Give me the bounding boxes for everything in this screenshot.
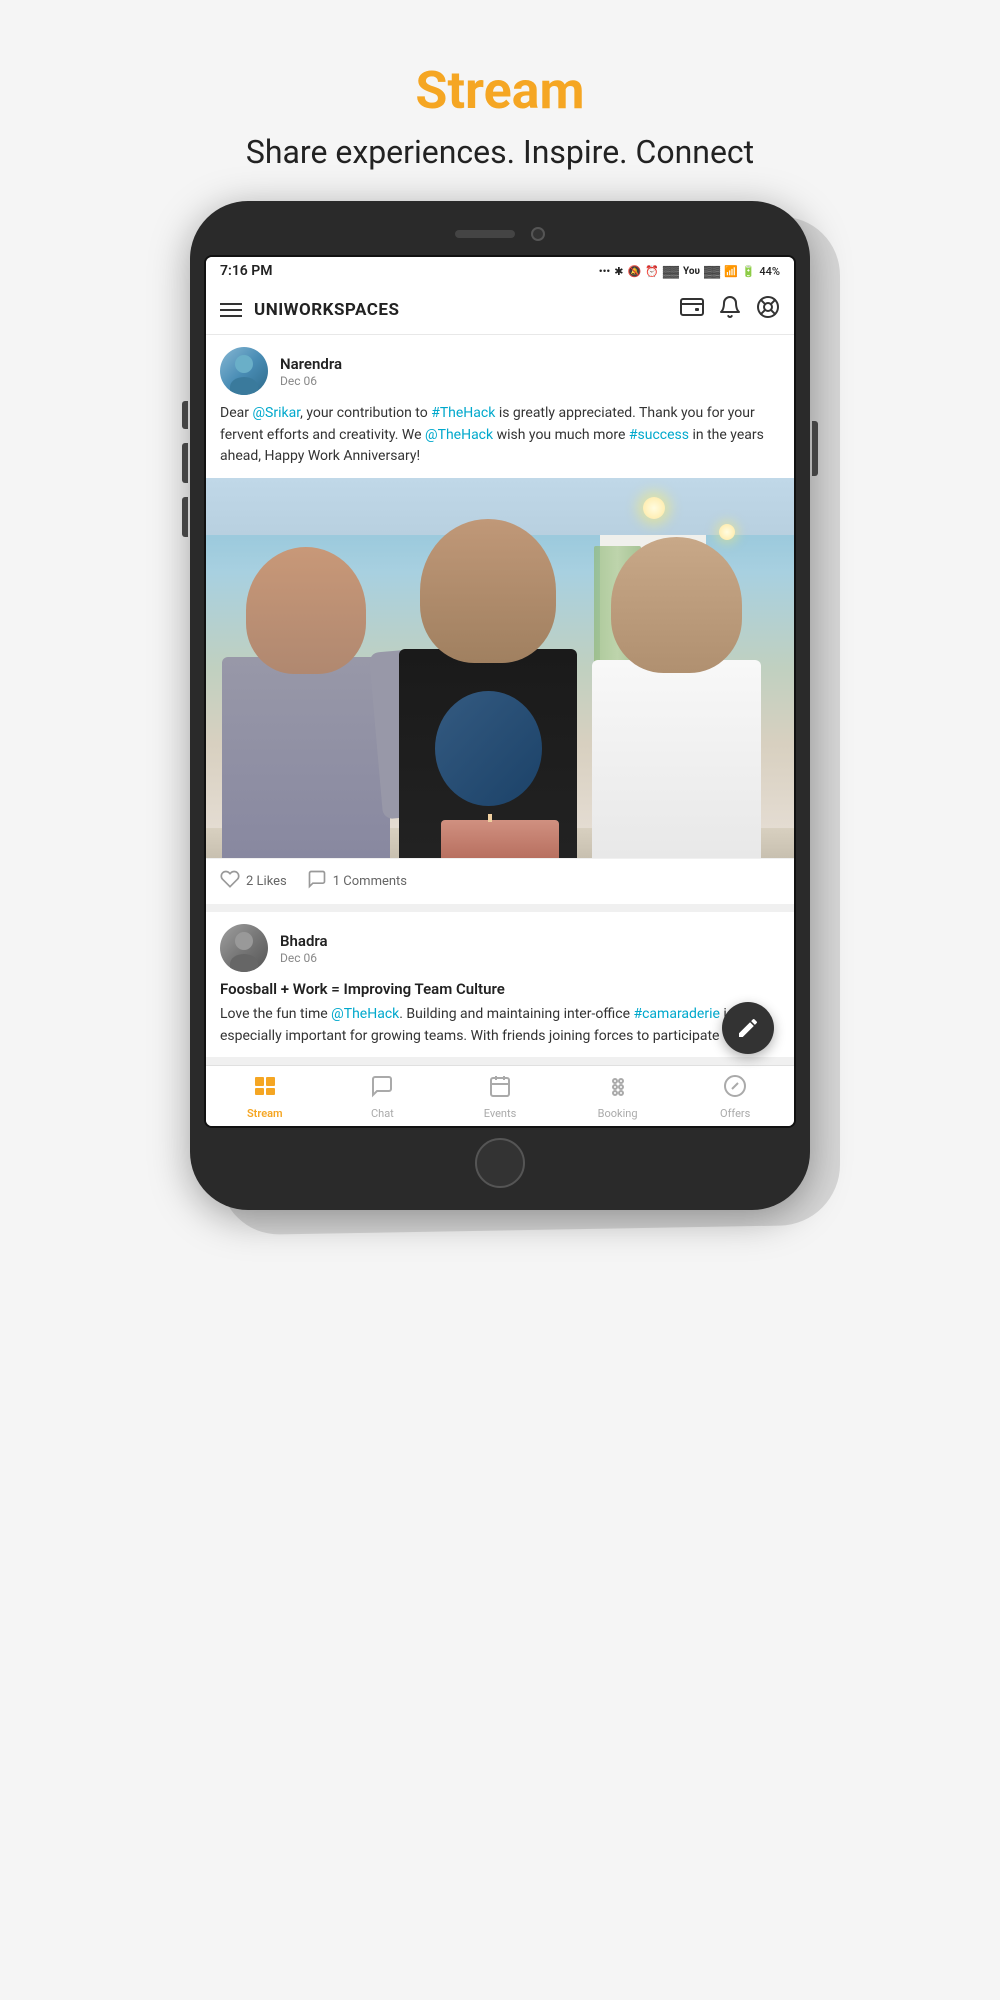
wifi-icon: 📶 <box>724 265 738 278</box>
status-bar: 7:16 PM ••• ✱ 🔕 ⏰ ▓▓ Yoυ ▓▓ 📶 🔋 44% <box>206 257 794 285</box>
post-2-text: Love the fun time @TheHack. Building and… <box>206 1004 794 1057</box>
photo-person-2 <box>382 497 594 858</box>
photo-person-1 <box>206 524 406 858</box>
alarm-icon: ⏰ <box>645 265 659 278</box>
volume-up-btn <box>182 401 188 429</box>
post-1-header: Narendra Dec 06 <box>206 335 794 403</box>
help-icon[interactable] <box>756 295 780 324</box>
status-time: 7:16 PM <box>220 263 273 279</box>
photo-scene <box>206 478 794 858</box>
app-title: UNIWORKSPACES <box>254 300 668 320</box>
volume-btn-3 <box>182 497 188 537</box>
nav-offers[interactable]: Offers <box>676 1072 794 1122</box>
heart-icon <box>220 869 240 894</box>
post-1-author: Narendra <box>280 355 780 373</box>
phone-top-bar <box>204 219 796 255</box>
hashtag-success[interactable]: #success <box>629 427 689 443</box>
phone-outer: 7:16 PM ••• ✱ 🔕 ⏰ ▓▓ Yoυ ▓▓ 📶 🔋 44% <box>190 201 810 1210</box>
phone-screen: 7:16 PM ••• ✱ 🔕 ⏰ ▓▓ Yoυ ▓▓ 📶 🔋 44% <box>204 255 796 1128</box>
comment-icon <box>307 869 327 894</box>
post-1-actions: 2 Likes 1 Comments <box>206 858 794 904</box>
hamburger-line-3 <box>220 315 242 317</box>
hamburger-line-2 <box>220 309 242 311</box>
post-card-1: Narendra Dec 06 Dear @Srikar, your contr… <box>206 335 794 904</box>
phone-mockup: 7:16 PM ••• ✱ 🔕 ⏰ ▓▓ Yoυ ▓▓ 📶 🔋 44% <box>190 201 810 1210</box>
nav-events-label: Events <box>484 1107 517 1120</box>
mute-icon: 🔕 <box>628 265 642 278</box>
stream-nav-icon <box>253 1074 277 1104</box>
page-subtitle: Share experiences. Inspire. Connect <box>20 133 980 171</box>
menu-button[interactable] <box>220 303 242 317</box>
hashtag-camaraderie[interactable]: #camaraderie <box>633 1006 719 1022</box>
power-button <box>812 421 818 476</box>
screen-content: 7:16 PM ••• ✱ 🔕 ⏰ ▓▓ Yoυ ▓▓ 📶 🔋 44% <box>206 257 794 1126</box>
mention-thehack-2[interactable]: @TheHack <box>331 1006 399 1022</box>
phone-speaker <box>455 230 515 238</box>
app-bar: UNIWORKSPACES <box>206 285 794 335</box>
page-header: Stream Share experiences. Inspire. Conne… <box>0 0 1000 201</box>
mention-srikar[interactable]: @Srikar <box>252 405 300 421</box>
offers-nav-icon <box>723 1074 747 1104</box>
post-2-date: Dec 06 <box>280 951 780 965</box>
photo-person-3 <box>582 516 770 858</box>
booking-nav-icon <box>606 1074 630 1104</box>
phone-bottom-bar <box>204 1128 796 1192</box>
app-bar-actions <box>680 295 780 324</box>
hamburger-line-1 <box>220 303 242 305</box>
post-2-title: Foosball + Work = Improving Team Culture <box>206 980 794 1004</box>
nav-stream-label: Stream <box>247 1107 283 1120</box>
nav-offers-label: Offers <box>720 1107 750 1120</box>
nav-chat[interactable]: Chat <box>324 1072 442 1122</box>
power-btn <box>812 421 818 476</box>
nav-booking-label: Booking <box>598 1107 638 1120</box>
wallet-icon[interactable] <box>680 295 704 324</box>
chat-nav-icon <box>370 1074 394 1104</box>
phone-camera <box>531 227 545 241</box>
battery-pct: 44% <box>759 265 780 278</box>
volume-down-btn <box>182 443 188 483</box>
nav-chat-label: Chat <box>371 1107 394 1120</box>
comment-button[interactable]: 1 Comments <box>307 869 407 894</box>
battery-icon: 🔋 <box>742 265 756 278</box>
hashtag-thehack-1[interactable]: #TheHack <box>431 405 495 421</box>
bottom-nav: Stream Chat <box>206 1065 794 1126</box>
post-1-avatar <box>220 347 268 395</box>
status-icons: ••• ✱ 🔕 ⏰ ▓▓ Yoυ ▓▓ 📶 🔋 44% <box>599 265 780 278</box>
volume-buttons <box>182 401 188 537</box>
post-card-2: Bhadra Dec 06 Foosball + Work = Improvin… <box>206 912 794 1057</box>
post-2-meta: Bhadra Dec 06 <box>280 932 780 965</box>
like-count: 2 Likes <box>246 874 287 889</box>
events-nav-icon <box>488 1074 512 1104</box>
post-2-header: Bhadra Dec 06 <box>206 912 794 980</box>
post-1-date: Dec 06 <box>280 374 780 388</box>
comment-count: 1 Comments <box>333 874 407 889</box>
post-1-text: Dear @Srikar, your contribution to #TheH… <box>206 403 794 478</box>
page-title: Stream <box>20 60 980 121</box>
like-button[interactable]: 2 Likes <box>220 869 287 894</box>
lte-icon: Yoυ <box>683 266 700 277</box>
nav-stream[interactable]: Stream <box>206 1072 324 1122</box>
nav-booking[interactable]: Booking <box>559 1072 677 1122</box>
home-button[interactable] <box>475 1138 525 1188</box>
post-2-author: Bhadra <box>280 932 780 950</box>
nav-events[interactable]: Events <box>441 1072 559 1122</box>
signal-icon-2: ▓▓ <box>704 265 720 278</box>
post-1-meta: Narendra Dec 06 <box>280 355 780 388</box>
photo-cake <box>441 820 559 858</box>
mention-thehack[interactable]: @TheHack <box>425 427 493 443</box>
status-dots: ••• <box>599 265 611 278</box>
bell-icon[interactable] <box>718 295 742 324</box>
feed: Narendra Dec 06 Dear @Srikar, your contr… <box>206 335 794 1065</box>
post-2-avatar <box>220 924 268 972</box>
bluetooth-icon: ✱ <box>614 265 623 278</box>
signal-icon: ▓▓ <box>663 265 679 278</box>
post-1-image <box>206 478 794 858</box>
